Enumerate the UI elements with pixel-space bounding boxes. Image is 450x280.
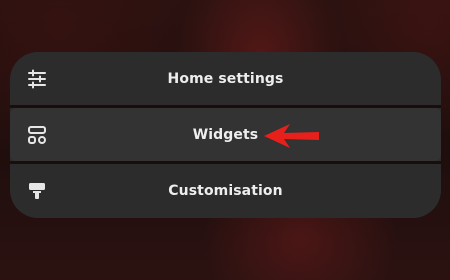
paint-roller-icon	[26, 180, 48, 202]
red-arrow-icon	[264, 124, 319, 148]
home-settings-button[interactable]: Home settings	[10, 52, 441, 105]
home-settings-label: Home settings	[167, 70, 284, 87]
customisation-label: Customisation	[168, 183, 283, 199]
widgets-button[interactable]: Widgets	[10, 108, 441, 161]
home-screen-menu: Home settings Widgets Customisation	[10, 52, 441, 218]
sliders-icon	[26, 68, 48, 90]
customisation-button[interactable]: Customisation	[10, 164, 441, 218]
widgets-icon	[26, 124, 48, 146]
widgets-label: Widgets	[192, 126, 259, 143]
